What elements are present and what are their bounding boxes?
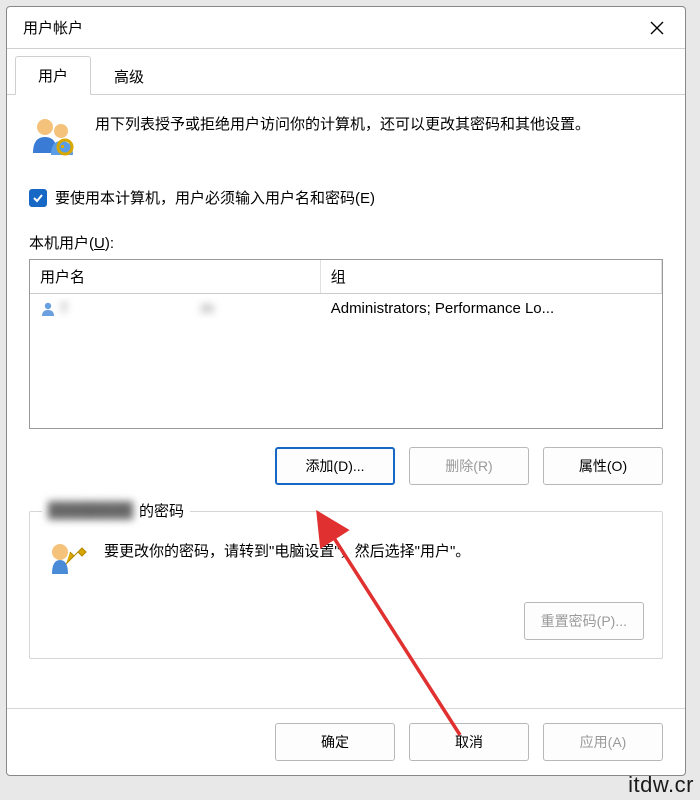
reset-password-button: 重置密码(P)... bbox=[524, 602, 644, 640]
list-buttons: 添加(D)... 删除(R) 属性(O) bbox=[29, 447, 663, 485]
listview-header: 用户名 组 bbox=[30, 260, 662, 294]
checkbox-icon bbox=[29, 189, 47, 207]
col-header-user[interactable]: 用户名 bbox=[30, 260, 321, 293]
user-accounts-window: 用户帐户 用户 高级 用下列表授予或拒绝用户访问你的计算机，还可以更改其密码和其… bbox=[6, 6, 686, 776]
intro-text: 用下列表授予或拒绝用户访问你的计算机，还可以更改其密码和其他设置。 bbox=[95, 113, 590, 137]
intro-row: 用下列表授予或拒绝用户访问你的计算机，还可以更改其密码和其他设置。 bbox=[29, 113, 663, 161]
table-row[interactable]: f m Administrators; Performance Lo... bbox=[30, 294, 662, 323]
watermark: itdw.cr bbox=[628, 772, 694, 798]
key-icon bbox=[48, 540, 88, 580]
password-legend: ████████ 的密码 bbox=[42, 500, 190, 521]
require-password-checkbox[interactable]: 要使用本计算机，用户必须输入用户名和密码(E) bbox=[29, 187, 663, 208]
checkbox-label: 要使用本计算机，用户必须输入用户名和密码(E) bbox=[55, 187, 375, 208]
window-title: 用户帐户 bbox=[23, 17, 83, 38]
close-button[interactable] bbox=[633, 10, 681, 46]
password-section: ████████ 的密码 要更改你的密码，请转到"电脑设置"，然后选择"用户"。… bbox=[29, 511, 663, 659]
users-icon bbox=[29, 113, 77, 161]
apply-button: 应用(A) bbox=[543, 723, 663, 761]
password-text: 要更改你的密码，请转到"电脑设置"，然后选择"用户"。 bbox=[104, 540, 470, 564]
list-label: 本机用户(U): bbox=[29, 232, 663, 253]
tab-users[interactable]: 用户 bbox=[15, 56, 91, 95]
cancel-button[interactable]: 取消 bbox=[409, 723, 529, 761]
tabstrip: 用户 高级 bbox=[7, 57, 685, 95]
cell-username: f m bbox=[62, 300, 214, 317]
add-button[interactable]: 添加(D)... bbox=[275, 447, 395, 485]
user-listview[interactable]: 用户名 组 f m Administrators; Performance Lo… bbox=[29, 259, 663, 429]
close-icon bbox=[650, 21, 664, 35]
col-header-group[interactable]: 组 bbox=[321, 260, 662, 293]
titlebar: 用户帐户 bbox=[7, 7, 685, 49]
tab-advanced[interactable]: 高级 bbox=[91, 57, 167, 95]
dialog-footer: 确定 取消 应用(A) bbox=[7, 708, 685, 775]
ok-button[interactable]: 确定 bbox=[275, 723, 395, 761]
user-icon bbox=[40, 301, 56, 317]
tab-body: 用下列表授予或拒绝用户访问你的计算机，还可以更改其密码和其他设置。 要使用本计算… bbox=[7, 95, 685, 708]
cell-group: Administrators; Performance Lo... bbox=[321, 298, 662, 319]
properties-button[interactable]: 属性(O) bbox=[543, 447, 663, 485]
remove-button: 删除(R) bbox=[409, 447, 529, 485]
